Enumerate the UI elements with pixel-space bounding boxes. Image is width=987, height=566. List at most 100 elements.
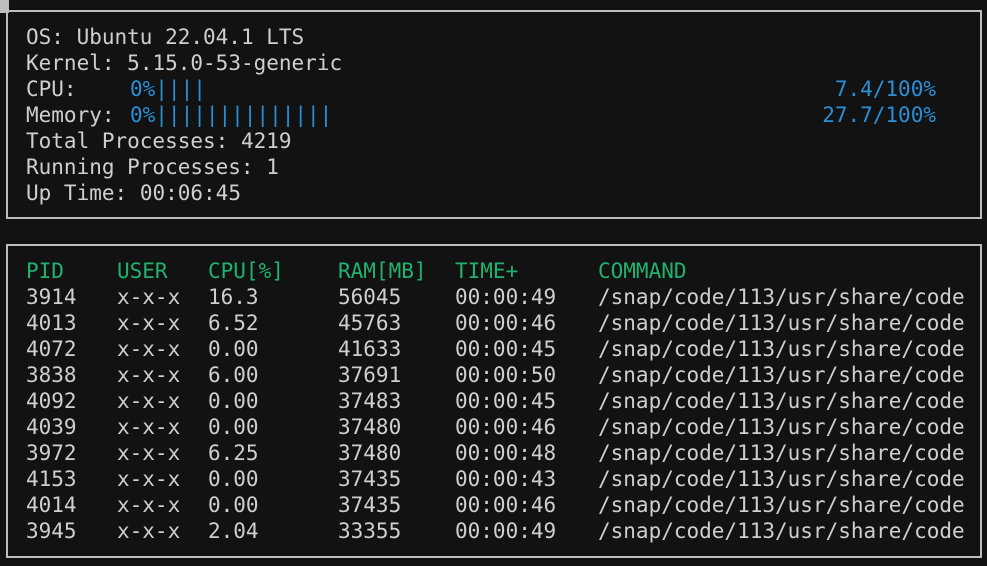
kernel-line: Kernel: 5.15.0-53-generic [26,50,342,76]
column-header-ram[interactable]: RAM[MB] [338,258,427,284]
cell-cpu: 6.52 [208,311,259,335]
cell-user: x-x-x [117,415,181,439]
column-header-pid[interactable]: PID [26,258,64,284]
running-processes-line: Running Processes: 1 [26,154,279,180]
cell-pid: 3838 [26,363,77,387]
table-row[interactable]: 4153 x-x-x 0.00 37435 00:00:43/snap/code/113… [8,466,980,492]
memory-usage-value: 27.7/100% [822,103,936,127]
table-row[interactable]: 4039 x-x-x 0.00 37480 00:00:46/snap/code/113… [8,414,980,440]
cell-time: 00:00:50 [455,363,557,387]
cell-user: x-x-x [117,441,181,465]
cell-pid: 3945 [26,519,77,543]
os-label: OS: [26,25,64,49]
os-value: Ubuntu 22.04.1 LTS [76,25,305,49]
process-table-panel: PID USER CPU[%] RAM[MB] TIME+ COMMAND 39… [6,244,982,558]
memory-line: Memory: [26,102,115,128]
cell-ram: 37483 [338,389,402,413]
cell-time: 00:00:45 [455,337,557,361]
cell-cpu: 16.3 [208,285,259,309]
uptime-label: Up Time: [26,181,128,205]
cell-ram: 37480 [338,415,402,439]
memory-label: Memory: [26,103,115,127]
cell-time: 00:00:48 [455,441,557,465]
cell-pid: 4092 [26,389,77,413]
cell-cpu: 2.04 [208,519,259,543]
cpu-usage-value: 7.4/100% [834,77,936,101]
cell-command: /snap/code/113/usr/share/code [598,415,965,439]
cell-time: 00:00:49 [455,519,557,543]
table-row[interactable]: 4013 x-x-x 6.52 45763 00:00:46/snap/code/113… [8,310,980,336]
cell-ram: 37480 [338,441,402,465]
cell-ram: 37435 [338,467,402,491]
column-header-cpu[interactable]: CPU[%] [208,258,284,284]
cell-pid: 4014 [26,493,77,517]
system-info-panel: OS: Ubuntu 22.04.1 LTS Kernel: 5.15.0-53… [6,10,982,219]
cell-ram: 37691 [338,363,402,387]
cell-user: x-x-x [117,363,181,387]
cell-cpu: 0.00 [208,337,259,361]
table-row[interactable]: 4092 x-x-x 0.00 37483 00:00:45/snap/code/113… [8,388,980,414]
column-header-command[interactable]: COMMAND [598,258,687,284]
table-header-row: PID USER CPU[%] RAM[MB] TIME+ COMMAND [8,258,980,284]
cell-command: /snap/code/113/usr/share/code [598,337,965,361]
cell-user: x-x-x [117,389,181,413]
running-processes-value: 1 [266,155,279,179]
cell-command: /snap/code/113/usr/share/code [598,441,965,465]
cell-time: 00:00:46 [455,493,557,517]
cell-command: /snap/code/113/usr/share/code [598,285,965,309]
cell-cpu: 0.00 [208,493,259,517]
cell-ram: 37435 [338,493,402,517]
table-row[interactable]: 4072 x-x-x 0.00 41633 00:00:45/snap/code/113… [8,336,980,362]
cell-command: /snap/code/113/usr/share/code [598,363,965,387]
table-row[interactable]: 3914 x-x-x 16.3 56045 00:00:49/snap/code/113… [8,284,980,310]
cell-user: x-x-x [117,337,181,361]
cpu-line: CPU: [26,76,77,102]
cell-pid: 4013 [26,311,77,335]
cell-user: x-x-x [117,467,181,491]
cell-cpu: 6.00 [208,363,259,387]
cell-cpu: 0.00 [208,467,259,491]
uptime-line: Up Time: 00:06:45 [26,180,241,206]
cell-pid: 4072 [26,337,77,361]
cell-command: /snap/code/113/usr/share/code [598,519,965,543]
cell-cpu: 0.00 [208,415,259,439]
cell-command: /snap/code/113/usr/share/code [598,493,965,517]
cell-pid: 4039 [26,415,77,439]
table-row[interactable]: 3945 x-x-x 2.04 33355 00:00:49/snap/code/113… [8,518,980,544]
cell-pid: 3914 [26,285,77,309]
os-line: OS: Ubuntu 22.04.1 LTS [26,24,304,50]
cell-time: 00:00:49 [455,285,557,309]
cell-command: /snap/code/113/usr/share/code [598,389,965,413]
cell-time: 00:00:45 [455,389,557,413]
cell-ram: 33355 [338,519,402,543]
column-header-user[interactable]: USER [117,258,168,284]
table-row[interactable]: 4014 x-x-x 0.00 37435 00:00:46/snap/code/113… [8,492,980,518]
cell-cpu: 0.00 [208,389,259,413]
running-processes-label: Running Processes: [26,155,254,179]
cell-user: x-x-x [117,519,181,543]
kernel-label: Kernel: [26,51,115,75]
kernel-value: 5.15.0-53-generic [127,51,343,75]
cell-pid: 3972 [26,441,77,465]
cell-user: x-x-x [117,493,181,517]
cpu-label: CPU: [26,77,77,101]
cell-time: 00:00:46 [455,415,557,439]
column-header-time[interactable]: TIME+ [455,258,518,284]
cell-ram: 41633 [338,337,402,361]
table-row[interactable]: 3972 x-x-x 6.25 37480 00:00:48/snap/code/113… [8,440,980,466]
memory-usage-bar: 0%|||||||||||||| [130,103,333,127]
table-row[interactable]: 3838 x-x-x 6.00 37691 00:00:50/snap/code/113… [8,362,980,388]
cell-time: 00:00:46 [455,311,557,335]
total-processes-label: Total Processes: [26,129,229,153]
total-processes-value: 4219 [240,129,292,153]
total-processes-line: Total Processes: 4219 [26,128,292,154]
cell-time: 00:00:43 [455,467,557,491]
cell-pid: 4153 [26,467,77,491]
cell-command: /snap/code/113/usr/share/code [598,467,965,491]
cell-ram: 56045 [338,285,402,309]
cell-user: x-x-x [117,285,181,309]
cell-cpu: 6.25 [208,441,259,465]
cpu-usage-bar: 0%|||| [130,77,206,101]
cell-user: x-x-x [117,311,181,335]
cell-ram: 45763 [338,311,402,335]
